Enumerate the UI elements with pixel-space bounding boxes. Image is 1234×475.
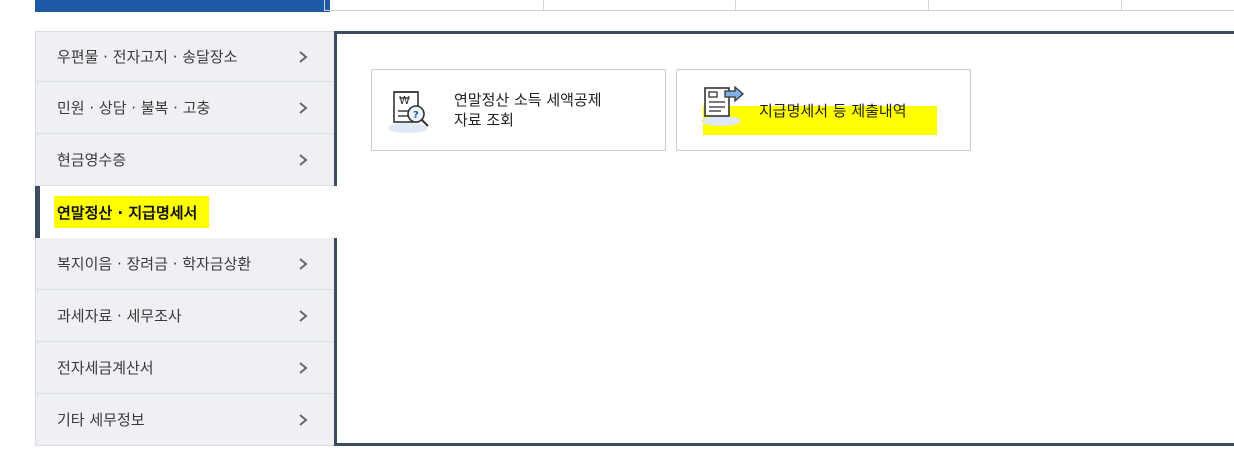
top-tab-strip <box>324 0 1234 11</box>
card-label-line2: 자료 조회 <box>454 111 514 129</box>
panel-connector <box>332 186 338 232</box>
menu-item-civil[interactable]: 민원 · 상담 · 불복 · 고충 <box>35 82 335 134</box>
top-tab[interactable] <box>1122 0 1234 10</box>
side-menu: 우편물 · 전자고지 · 송달장소 민원 · 상담 · 불복 · 고충 현금영수… <box>35 31 337 446</box>
svg-text:?: ? <box>413 110 419 121</box>
top-nav-active-tab[interactable] <box>35 0 330 12</box>
menu-item-label: 민원 · 상담 · 불복 · 고충 <box>57 99 211 117</box>
chevron-right-icon <box>299 101 308 114</box>
menu-item-welfare[interactable]: 복지이음 · 장려금 · 학자금상환 <box>35 238 335 290</box>
card-label: 연말정산 소득 세액공제 자료 조회 <box>454 90 602 130</box>
card-payment-statement-submissions[interactable]: 지급명세서 등 제출내역 <box>676 69 971 151</box>
top-tab[interactable] <box>929 0 1122 10</box>
menu-item-cash-receipt[interactable]: 현금영수증 <box>35 134 335 186</box>
top-tab[interactable] <box>544 0 736 10</box>
chevron-right-icon <box>299 309 308 322</box>
menu-item-mail[interactable]: 우편물 · 전자고지 · 송달장소 <box>35 31 335 82</box>
card-label-line1: 지급명세서 등 제출내역 <box>759 102 907 120</box>
menu-item-label: 연말정산 · 지급명세서 <box>54 196 210 228</box>
card-deduction-data-lookup[interactable]: ₩ ? 연말정산 소득 세액공제 자료 조회 <box>371 69 666 151</box>
chevron-right-icon <box>299 361 308 374</box>
card-label-line1: 연말정산 소득 세액공제 <box>454 91 602 109</box>
document-submit-icon <box>701 85 744 126</box>
menu-item-year-end-settlement[interactable]: 연말정산 · 지급명세서 <box>35 186 337 238</box>
menu-item-label: 복지이음 · 장려금 · 학자금상환 <box>57 255 252 273</box>
menu-item-label: 전자세금계산서 <box>57 359 154 377</box>
menu-item-tax-data[interactable]: 과세자료 · 세무조사 <box>35 290 335 342</box>
svg-text:₩: ₩ <box>399 94 410 107</box>
chevron-right-icon <box>299 413 308 426</box>
menu-item-other-tax-info[interactable]: 기타 세무정보 <box>35 394 335 446</box>
top-tab[interactable] <box>736 0 929 10</box>
menu-item-label: 우편물 · 전자고지 · 송달장소 <box>57 48 238 66</box>
chevron-right-icon <box>299 153 308 166</box>
menu-item-e-invoice[interactable]: 전자세금계산서 <box>35 342 335 394</box>
chevron-right-icon <box>299 50 308 63</box>
chevron-right-icon <box>299 257 308 270</box>
card-label: 지급명세서 등 제출내역 <box>759 101 907 121</box>
menu-item-label: 과세자료 · 세무조사 <box>57 307 182 325</box>
menu-item-label: 현금영수증 <box>57 151 127 169</box>
receipt-search-icon: ₩ ? <box>388 91 429 133</box>
top-tab[interactable] <box>325 0 544 10</box>
menu-item-label: 기타 세무정보 <box>57 411 145 429</box>
